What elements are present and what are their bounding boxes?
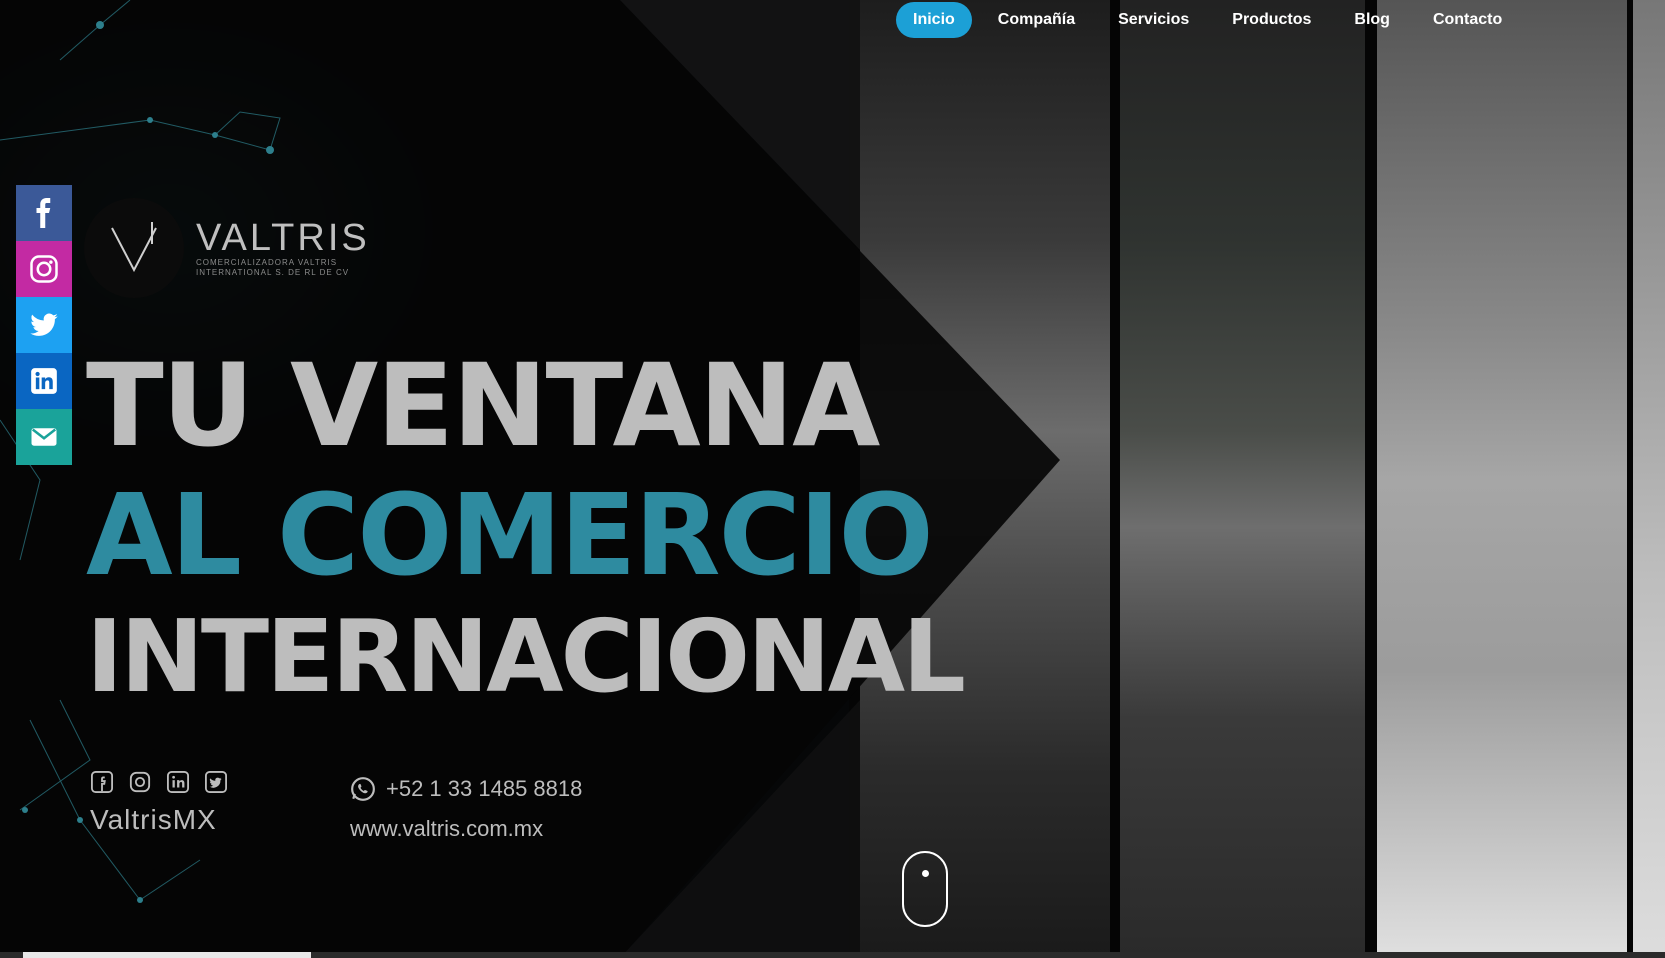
instagram-icon[interactable] xyxy=(128,770,152,794)
logo-emblem xyxy=(84,198,184,298)
instagram-share-button[interactable] xyxy=(16,241,72,297)
nav-blog[interactable]: Blog xyxy=(1337,2,1407,38)
instagram-icon xyxy=(30,255,58,283)
main-navigation: Inicio Compañía Servicios Productos Blog… xyxy=(896,2,1528,38)
contact-info-block: +52 1 33 1485 8818 www.valtris.com.mx xyxy=(350,776,582,842)
page-progress-fill xyxy=(23,952,311,958)
whatsapp-icon xyxy=(351,777,375,801)
twitter-icon[interactable] xyxy=(204,770,228,794)
linkedin-icon[interactable] xyxy=(166,770,190,794)
twitter-icon xyxy=(30,313,58,336)
social-handle: ValtrisMX xyxy=(90,804,217,835)
nav-inicio[interactable]: Inicio xyxy=(896,2,972,38)
logo-name: VALTRIS xyxy=(196,217,370,259)
headline-line-1: TU VENTANA xyxy=(86,339,880,472)
linkedin-icon xyxy=(31,368,57,394)
social-handle-block: ValtrisMX xyxy=(90,770,228,836)
headline-line-2: AL COMERCIO xyxy=(86,476,934,596)
nav-contacto[interactable]: Contacto xyxy=(1416,2,1519,38)
scroll-wheel-dot xyxy=(922,870,929,877)
headline-al: AL xyxy=(86,471,278,601)
scroll-down-indicator[interactable] xyxy=(902,851,948,927)
logo-subtitle: COMERCIALIZADORA VALTRIS INTERNATIONAL S… xyxy=(196,258,350,277)
social-sidebar xyxy=(16,185,72,465)
facebook-icon[interactable] xyxy=(90,770,114,794)
facebook-icon xyxy=(36,198,51,228)
linkedin-share-button[interactable] xyxy=(16,353,72,409)
headline-line-3: INTERNACIONAL xyxy=(86,598,966,715)
email-icon xyxy=(31,428,57,446)
nav-servicios[interactable]: Servicios xyxy=(1101,2,1206,38)
phone-number[interactable]: +52 1 33 1485 8818 xyxy=(386,776,582,802)
valtris-v-icon xyxy=(111,222,157,273)
headline-comercio: COMERCIO xyxy=(277,471,934,601)
website-link[interactable]: www.valtris.com.mx xyxy=(350,816,582,842)
nav-productos[interactable]: Productos xyxy=(1215,2,1328,38)
company-logo[interactable]: VALTRIS COMERCIALIZADORA VALTRIS INTERNA… xyxy=(84,198,371,298)
nav-compania[interactable]: Compañía xyxy=(981,2,1092,38)
twitter-share-button[interactable] xyxy=(16,297,72,353)
email-share-button[interactable] xyxy=(16,409,72,465)
facebook-share-button[interactable] xyxy=(16,185,72,241)
